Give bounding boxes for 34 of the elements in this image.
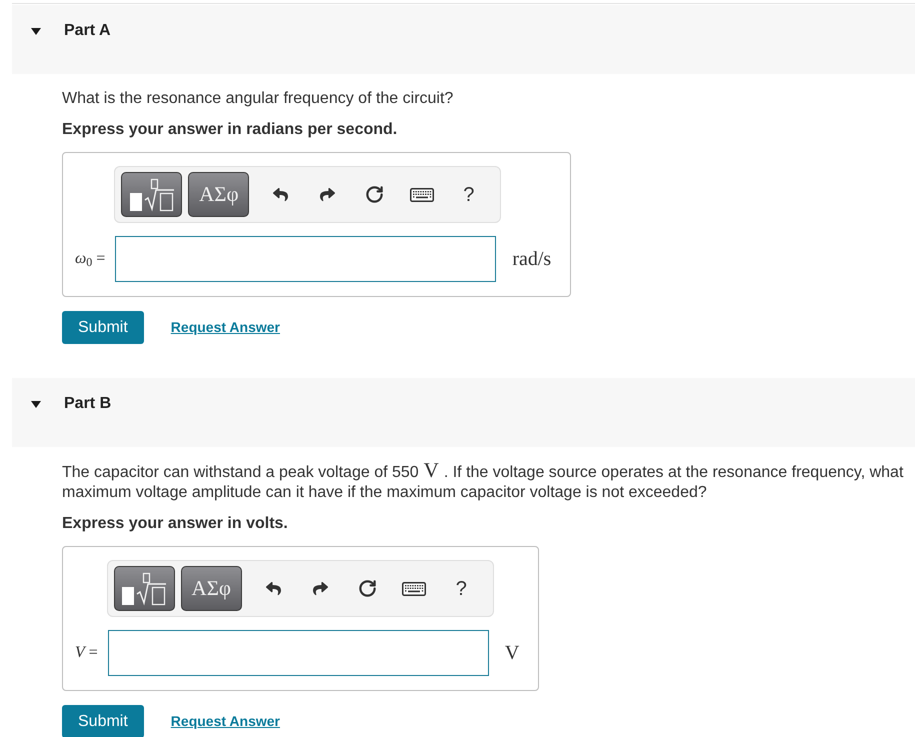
reset-icon — [358, 579, 377, 598]
template-button[interactable] — [114, 566, 175, 611]
radical-template-icon — [121, 572, 168, 606]
submit-button[interactable]: Submit — [62, 311, 144, 344]
part-title: Part A — [64, 21, 111, 41]
instruction-text: Express your answer in radians per second. — [62, 120, 398, 140]
symbols-button[interactable]: ΑΣφ — [180, 566, 242, 611]
instruction-text: Express your answer in volts. — [62, 514, 289, 534]
unit-label: rad/s — [512, 247, 552, 272]
undo-icon — [273, 187, 288, 202]
template-button[interactable] — [121, 172, 182, 217]
keyboard-icon — [402, 582, 426, 596]
symbols-button[interactable]: ΑΣφ — [188, 172, 250, 217]
question-text: The capacitor can withstand a peak voltage of 550 V . If the voltage source operates at the resonance frequency, what maximum voltage amplitude can it have if the maximum capacitor voltage is not exceeded? — [62, 462, 904, 503]
part-title: Part B — [64, 394, 112, 414]
variable-label: V = — [75, 643, 98, 663]
redo-icon — [312, 581, 328, 596]
question-text: What is the resonance angular frequency of the circuit? — [62, 89, 454, 109]
help-button[interactable]: ? — [445, 172, 492, 217]
answer-input[interactable] — [115, 236, 496, 282]
part-header[interactable]: Part A — [12, 5, 915, 74]
radical-template-icon — [128, 178, 175, 212]
variable-label: ω$_{0}$ = — [75, 249, 106, 271]
help-button[interactable]: ? — [438, 566, 485, 611]
unit-label: V — [504, 641, 520, 666]
submit-button[interactable]: Submit — [62, 705, 144, 737]
reset-icon — [365, 185, 384, 204]
request-answer-link[interactable]: Request Answer — [170, 317, 280, 338]
part-header[interactable]: Part B — [12, 378, 915, 447]
redo-icon — [320, 187, 336, 202]
request-answer-link[interactable]: Request Answer — [170, 711, 280, 732]
answer-input[interactable] — [108, 630, 489, 676]
undo-icon — [266, 581, 281, 596]
keyboard-icon — [410, 188, 434, 202]
